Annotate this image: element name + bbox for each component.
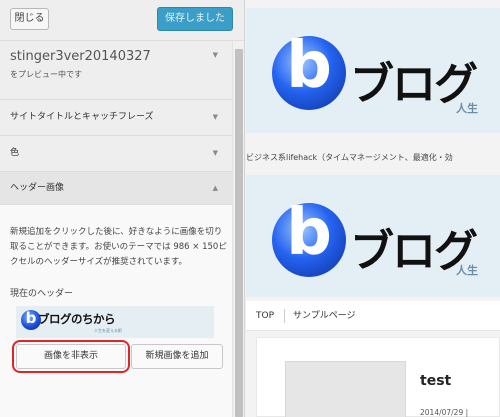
section-label: 色	[10, 148, 20, 158]
section-header-image[interactable]: ヘッダー画像 ▲	[0, 172, 244, 205]
customizer-sidebar: 閉じる 保存しました stinger3ver20140327 をプレビュー中です…	[0, 0, 245, 417]
preview-header-top[interactable]: b ブログ 人生	[246, 8, 500, 133]
chevron-down-icon: ▼	[212, 149, 218, 157]
sidebar-scrollbar[interactable]	[232, 41, 244, 417]
section-label: ヘッダー画像	[10, 183, 65, 193]
customizer-topbar: 閉じる 保存しました	[0, 0, 244, 41]
highlight-annotation	[12, 340, 130, 373]
nav-divider	[284, 309, 285, 323]
nav-item-sample-page[interactable]: サンプルページ	[293, 301, 356, 331]
saved-button[interactable]: 保存しました	[157, 7, 233, 31]
blog-logo-icon: b	[272, 34, 346, 110]
header-description: 新規追加をクリックした後に、好きなように画像を切り取ることができます。お使いのテ…	[10, 227, 227, 267]
post-card: test 2014/07/29 |	[256, 337, 500, 417]
preview-header-image[interactable]: b ブログ 人生	[246, 175, 500, 297]
section-colors[interactable]: 色 ▼	[0, 136, 244, 172]
current-header-label: 現在のヘッダー	[10, 289, 74, 299]
post-title[interactable]: test	[420, 373, 451, 389]
chevron-down-icon: ▼	[212, 113, 218, 121]
current-header-thumbnail: b ブログのちから 人生を変える術	[16, 306, 214, 338]
preview-logo-sub: 人生	[456, 264, 478, 277]
nav-item-top[interactable]: TOP	[256, 301, 274, 331]
blog-logo-icon: b	[272, 201, 346, 277]
close-button[interactable]: 閉じる	[10, 8, 49, 30]
chevron-down-icon: ▼	[212, 51, 218, 59]
site-tagline: ビジネス系lifehack（タイムマネージメント、最適化・効	[246, 153, 453, 162]
thumb-logo-text: ブログのちから	[38, 312, 116, 326]
theme-name: stinger3ver20140327	[10, 49, 151, 64]
header-image-panel: 新規追加をクリックした後に、好きなように画像を切り取ることができます。お使いのテ…	[0, 205, 244, 417]
post-date: 2014/07/29 |	[420, 408, 469, 417]
thumb-logo-sub: 人生を変える術	[94, 328, 122, 333]
preview-logo-sub: 人生	[456, 102, 478, 115]
chevron-up-icon: ▲	[212, 184, 218, 192]
theme-preview-label: をプレビュー中です	[10, 70, 82, 79]
section-site-title[interactable]: サイトタイトルとキャッチフレーズ ▼	[0, 100, 244, 136]
add-new-image-button[interactable]: 新規画像を追加	[131, 344, 223, 369]
preview-nav: TOP サンプルページ	[246, 301, 500, 331]
scrollbar-thumb[interactable]	[235, 49, 243, 417]
section-label: サイトタイトルとキャッチフレーズ	[10, 112, 154, 122]
site-preview: b ブログ 人生 ビジネス系lifehack（タイムマネージメント、最適化・効 …	[246, 0, 500, 417]
header-button-row: 画像を非表示 新規画像を追加	[10, 340, 234, 373]
post-thumbnail[interactable]	[285, 361, 406, 417]
theme-info[interactable]: stinger3ver20140327 をプレビュー中です ▼	[0, 41, 244, 100]
